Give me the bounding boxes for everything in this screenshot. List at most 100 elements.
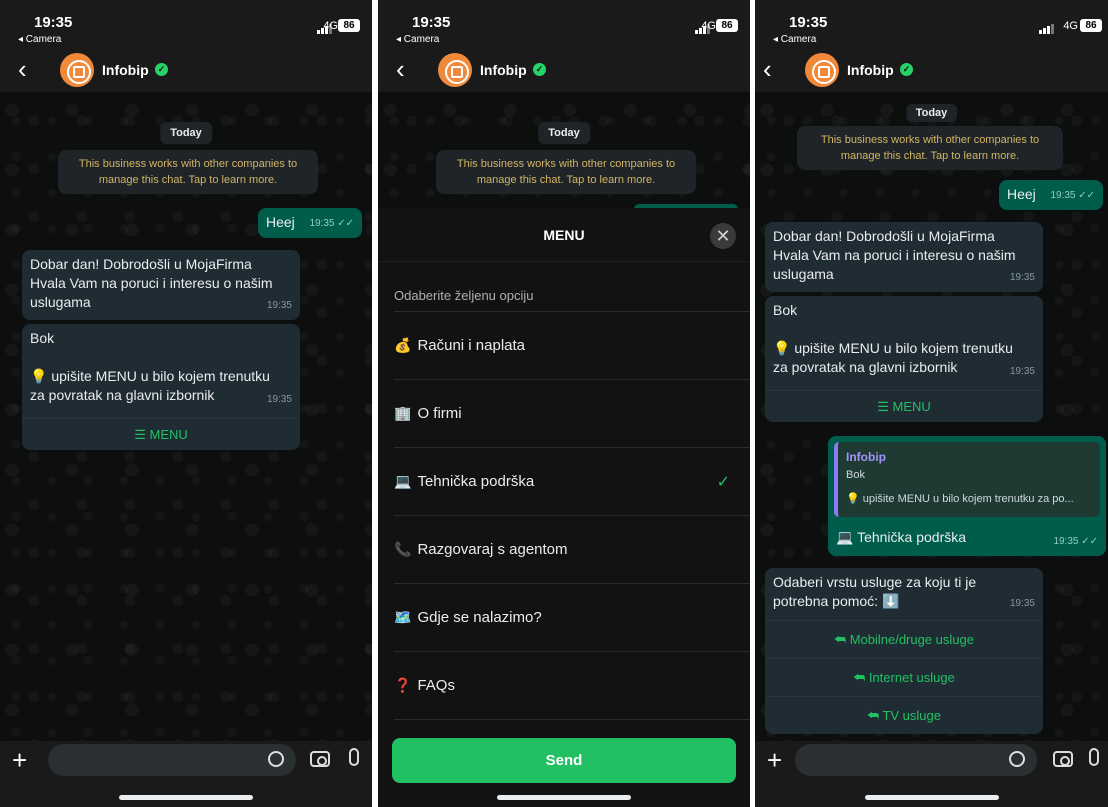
option-racuni[interactable]: 💰 Računi i naplata (394, 312, 750, 380)
message-hint: 💡 upišite MENU u bilo kojem trenutku za … (30, 368, 270, 403)
message-heej: Heej 19:35 ✓✓ (258, 208, 362, 238)
business-notice[interactable]: This business works with other companies… (797, 126, 1063, 170)
option-label: O firmi (417, 405, 462, 422)
message-welcome: Dobar dan! Dobrodošli u MojaFirma Hvala … (22, 250, 300, 320)
checkmark-icon: ✓ (716, 474, 730, 491)
close-button[interactable]: ✕ (710, 223, 736, 249)
sticker-icon[interactable] (1009, 751, 1025, 767)
option-label: Razgovaraj s agentom (417, 541, 568, 558)
chat-screen-2: 19:35 ◂ Camera 4G 86 ‹ Infobip ✓ Today T… (755, 0, 1108, 807)
avatar[interactable] (60, 53, 94, 87)
quoted-message[interactable]: Infobip Bok 💡 upišite MENU u bilo kojem … (834, 442, 1100, 517)
quote-text: Bok (846, 469, 865, 481)
message-time: 19:35 (1009, 366, 1035, 377)
message-time: 19:35 (1009, 598, 1035, 609)
menu-subtitle: Odaberite željenu opciju (394, 288, 534, 303)
status-time: 19:35 (412, 14, 451, 31)
contact-name[interactable]: Infobip (480, 62, 527, 78)
message-bok: Bok 💡 upišite MENU u bilo kojem trenutku… (22, 324, 300, 450)
menu-button[interactable]: ☰ MENU (22, 418, 300, 450)
phone-icon: 📞 (394, 541, 412, 557)
back-arrow-icon[interactable]: ‹ (396, 56, 405, 82)
option-label: Tehnička podrška (417, 473, 535, 490)
verified-check-icon: ✓ (533, 63, 546, 76)
chat-header: ‹ Infobip ✓ (378, 48, 750, 92)
battery-icon: 86 (1080, 19, 1102, 32)
map-icon: 🗺️ (394, 609, 412, 625)
back-to-camera-link[interactable]: ◂ Camera (18, 34, 61, 45)
chat-screen-1: 19:35 ◂ Camera 4G 86 ‹ Infobip ✓ Today T… (0, 0, 372, 807)
quote-text: 💡 upišite MENU u bilo kojem trenutku za … (846, 493, 1074, 505)
message-input[interactable] (48, 744, 296, 776)
back-to-camera-link[interactable]: ◂ Camera (773, 34, 816, 45)
status-time: 19:35 (34, 14, 73, 31)
menu-button[interactable]: ☰ MENU (765, 390, 1043, 422)
composer: + (755, 741, 1108, 807)
message-hint: 💡 upišite MENU u bilo kojem trenutku za … (773, 340, 1013, 375)
send-button[interactable]: Send (392, 738, 736, 783)
status-bar: 19:35 ◂ Camera 4G 86 (0, 0, 372, 48)
message-text: 💻 Tehnička podrška (836, 529, 967, 545)
option-o-firmi[interactable]: 🏢 O firmi (394, 380, 750, 448)
quick-reply-internet[interactable]: ⮪ Internet usluge (765, 658, 1043, 696)
message-text: Dobar dan! Dobrodošli u MojaFirma Hvala … (30, 256, 273, 310)
camera-icon[interactable] (1053, 751, 1073, 767)
contact-name[interactable]: Infobip (847, 62, 894, 78)
contact-name[interactable]: Infobip (102, 62, 149, 78)
quick-reply-label: Mobilne/druge usluge (849, 632, 974, 647)
avatar[interactable] (438, 53, 472, 87)
option-agent[interactable]: 📞 Razgovaraj s agentom (394, 516, 750, 584)
chat-header: ‹ Infobip ✓ (755, 48, 1108, 92)
message-text: Heej (1007, 186, 1036, 202)
date-divider: Today (905, 104, 958, 122)
status-bar: 19:35 ◂ Camera 4G 86 (378, 0, 750, 48)
message-heej: Heej 19:35 ✓✓ (999, 180, 1103, 210)
message-input[interactable] (795, 744, 1037, 776)
option-label: Gdje se nalazimo? (417, 609, 542, 626)
business-notice[interactable]: This business works with other companies… (58, 150, 318, 194)
quick-reply-mobilne[interactable]: ⮪ Mobilne/druge usluge (765, 620, 1043, 658)
home-indicator (864, 795, 999, 800)
message-choose-service: Odaberi vrstu usluge za koju ti je potre… (765, 568, 1043, 734)
quick-reply-label: Internet usluge (868, 670, 955, 685)
money-bag-icon: 💰 (394, 337, 412, 353)
camera-icon[interactable] (310, 751, 330, 767)
message-title: Bok (30, 330, 55, 346)
message-reply: Infobip Bok 💡 upišite MENU u bilo kojem … (828, 436, 1106, 556)
home-indicator (119, 795, 253, 800)
sticker-icon[interactable] (268, 751, 284, 767)
business-notice[interactable]: This business works with other companies… (436, 150, 696, 194)
option-label: Računi i naplata (417, 337, 526, 354)
date-divider: Today (160, 122, 212, 144)
message-text: Dobar dan! Dobrodošli u MojaFirma Hvala … (773, 228, 1016, 282)
option-tehnicka-podrska[interactable]: 💻 Tehnička podrška ✓ (394, 448, 750, 516)
verified-check-icon: ✓ (900, 63, 913, 76)
back-arrow-icon[interactable]: ‹ (18, 56, 27, 82)
status-time: 19:35 (789, 14, 828, 31)
mic-icon[interactable] (349, 748, 359, 766)
option-lokacija[interactable]: 🗺️ Gdje se nalazimo? (394, 584, 750, 652)
option-label: FAQs (417, 677, 455, 694)
composer: + (0, 741, 372, 807)
network-label: 4G (1063, 20, 1078, 32)
message-title: Bok (773, 302, 798, 318)
network-label: 4G (323, 20, 338, 32)
question-icon: ❓ (394, 677, 412, 693)
mic-icon[interactable] (1089, 748, 1099, 766)
verified-check-icon: ✓ (155, 63, 168, 76)
message-time: 19:35 (266, 300, 292, 311)
attach-plus-icon[interactable]: + (12, 745, 27, 776)
message-time: 19:35 (266, 394, 292, 405)
message-time: 19:35 ✓✓ (1053, 536, 1098, 547)
attach-plus-icon[interactable]: + (767, 745, 782, 776)
option-faqs[interactable]: ❓ FAQs (394, 652, 750, 720)
quote-author: Infobip (846, 450, 886, 464)
back-to-camera-link[interactable]: ◂ Camera (396, 34, 439, 45)
message-time: 19:35 ✓✓ (309, 218, 354, 229)
quick-reply-tv[interactable]: ⮪ TV usluge (765, 696, 1043, 734)
back-arrow-icon[interactable]: ‹ (763, 56, 772, 82)
signal-icon (1039, 24, 1054, 34)
avatar[interactable] (805, 53, 839, 87)
status-bar: 19:35 ◂ Camera 4G 86 (755, 0, 1108, 48)
menu-screen: 19:35 ◂ Camera 4G 86 ‹ Infobip ✓ Today T… (378, 0, 750, 807)
